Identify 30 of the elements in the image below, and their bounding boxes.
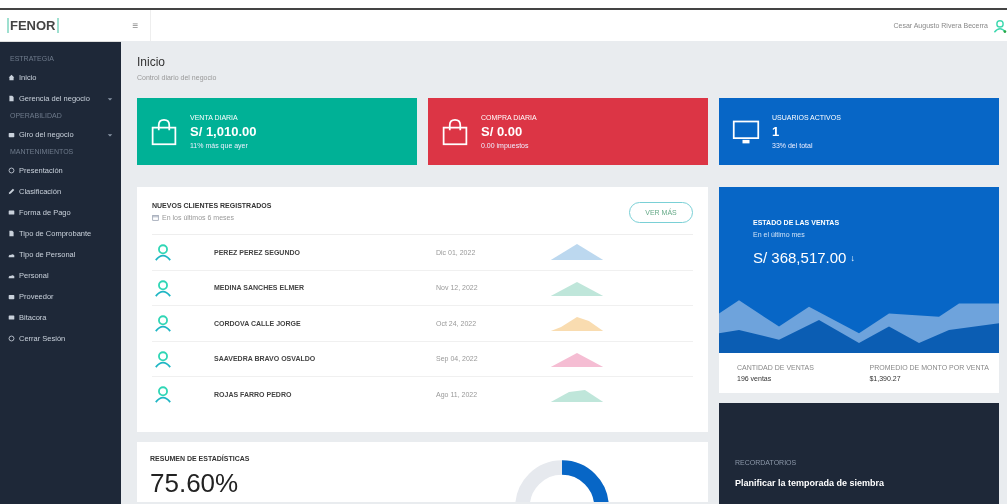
reminder-item: Planificar la temporada de siembra (735, 478, 886, 488)
briefcase-icon (8, 293, 15, 300)
stat-value: S/ 1,010.00 (190, 124, 257, 139)
down-arrow-icon: ↓ (850, 252, 855, 263)
stat-value: 1 (772, 124, 781, 139)
sales-total: S/ 368,517.00 (753, 249, 847, 266)
card-icon (8, 209, 15, 216)
circle-icon (8, 167, 15, 174)
stat-value: S/ 0.00 (481, 124, 524, 139)
users-icon (8, 272, 15, 279)
briefcase-icon (8, 131, 15, 138)
pencil-icon (8, 188, 15, 195)
user-icon (154, 385, 172, 404)
page-title: Inicio (137, 55, 166, 69)
calendar-icon (152, 214, 159, 221)
summary-value: 75.60% (150, 468, 239, 499)
user-icon (154, 349, 172, 368)
brand-logo: FENOR (7, 18, 59, 33)
shopping-bag-icon (150, 117, 178, 146)
user-icon[interactable] (993, 18, 1007, 33)
document-icon (8, 95, 15, 102)
card-icon (8, 314, 15, 321)
user-icon (154, 314, 172, 333)
user-icon (154, 278, 172, 297)
circle-icon (8, 335, 15, 342)
document-icon (8, 230, 15, 237)
shopping-bag-icon (441, 117, 469, 146)
house-icon (8, 74, 15, 81)
users-icon (8, 251, 15, 258)
user-icon (154, 243, 172, 262)
